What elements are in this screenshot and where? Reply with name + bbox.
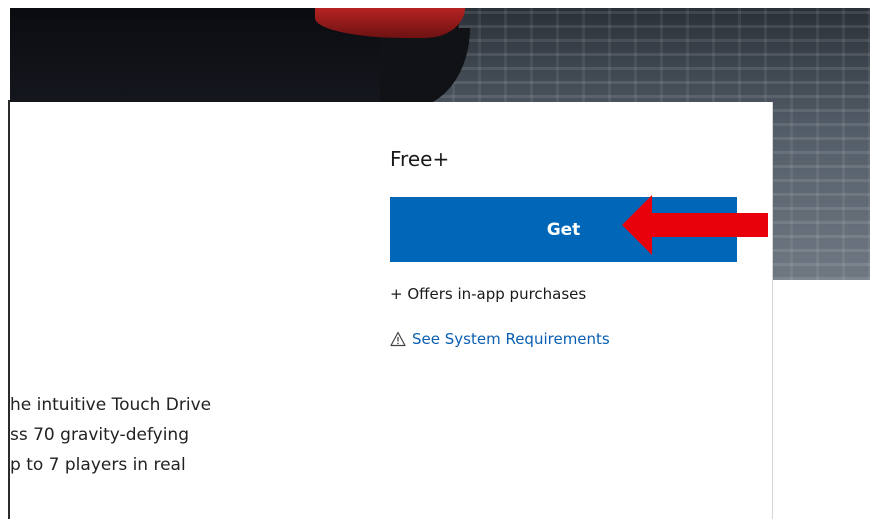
- description-line: p to 7 players in real: [10, 455, 186, 475]
- store-page: Free+ Get + Offers in-app purchases See …: [0, 0, 870, 519]
- warning-triangle-icon: [390, 331, 406, 347]
- get-button-label: Get: [546, 219, 581, 240]
- product-card: Free+ Get + Offers in-app purchases See …: [10, 102, 773, 519]
- product-description: he intuitive Touch Drive ss 70 gravity-d…: [10, 390, 211, 480]
- system-requirements-label: See System Requirements: [412, 330, 610, 348]
- description-line: ss 70 gravity-defying: [10, 425, 189, 445]
- system-requirements-link[interactable]: See System Requirements: [390, 330, 610, 348]
- in-app-purchases-note: + Offers in-app purchases: [390, 285, 587, 303]
- car-shadow: [380, 28, 470, 108]
- price-label: Free+: [390, 147, 450, 171]
- description-line: he intuitive Touch Drive: [10, 395, 212, 415]
- red-arrow-icon: [622, 195, 768, 255]
